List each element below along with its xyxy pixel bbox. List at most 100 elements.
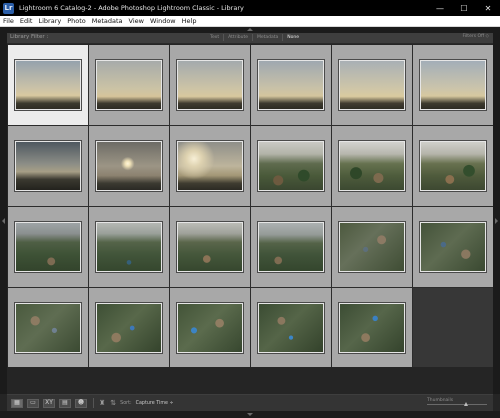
thumbnail-cell[interactable] — [8, 126, 88, 206]
library-filter-bar: Library Filter : Text Attribute Metadata… — [7, 33, 493, 44]
photo-thumbnail[interactable] — [339, 141, 405, 191]
collapse-right-icon — [495, 218, 498, 224]
thumbnail-cell[interactable] — [332, 207, 412, 287]
photo-thumbnail[interactable] — [420, 141, 486, 191]
photo-thumbnail[interactable] — [177, 141, 243, 191]
compare-view-icon: XY — [45, 399, 53, 406]
right-panel-toggle[interactable] — [493, 33, 500, 394]
filter-tab-none[interactable]: None — [283, 34, 303, 41]
photo-thumbnail[interactable] — [177, 222, 243, 272]
menu-view[interactable]: View — [126, 17, 147, 25]
filters-off-toggle[interactable]: Filters Off ◇ — [463, 34, 489, 39]
window-controls: — ☐ ✕ — [428, 0, 500, 16]
photo-thumbnail[interactable] — [177, 303, 243, 353]
loupe-view-icon: ▭ — [30, 399, 36, 406]
filmstrip-toggle[interactable] — [0, 411, 500, 418]
thumbnail-cell[interactable] — [8, 45, 88, 125]
photo-thumbnail[interactable] — [420, 222, 486, 272]
sort-direction-icon[interactable]: ⇅ — [110, 399, 116, 407]
thumbnail-cell[interactable] — [332, 126, 412, 206]
thumbnail-cell[interactable] — [89, 45, 169, 125]
photo-thumbnail[interactable] — [420, 60, 486, 110]
thumbnail-cell[interactable] — [89, 207, 169, 287]
thumbnail-cell[interactable] — [413, 126, 493, 206]
menu-file[interactable]: File — [0, 17, 17, 25]
thumbnail-size-slider[interactable] — [427, 402, 487, 406]
menu-help[interactable]: Help — [179, 17, 200, 25]
thumbnail-cell[interactable] — [251, 207, 331, 287]
thumbnail-size-control: Thumbnails — [427, 398, 487, 406]
thumbnail-cell[interactable] — [251, 288, 331, 367]
lightroom-app-icon[interactable]: Lr — [3, 2, 14, 14]
sort-dropdown[interactable]: Capture Time ÷ — [136, 401, 174, 406]
menu-edit[interactable]: Edit — [17, 17, 36, 25]
thumbnail-cell[interactable] — [413, 45, 493, 125]
thumbnail-cell[interactable] — [170, 207, 250, 287]
collapse-up-icon — [247, 28, 253, 31]
photo-thumbnail[interactable] — [339, 60, 405, 110]
thumbnail-cell[interactable] — [170, 288, 250, 367]
thumbnail-cell[interactable] — [8, 207, 88, 287]
photo-thumbnail[interactable] — [96, 303, 162, 353]
menu-window[interactable]: Window — [147, 17, 179, 25]
thumbnail-cell[interactable] — [332, 288, 412, 367]
filter-tab-attribute[interactable]: Attribute — [224, 34, 253, 41]
grid-view-button[interactable]: ▦ — [11, 398, 23, 408]
slider-knob[interactable] — [464, 402, 468, 406]
thumbnail-cell[interactable] — [8, 288, 88, 367]
window-title: Lightroom 6 Catalog-2 - Adobe Photoshop … — [19, 4, 244, 12]
survey-view-icon: ▤ — [62, 399, 68, 406]
library-filter-title: Library Filter : — [10, 34, 49, 40]
title-bar: Lr Lightroom 6 Catalog-2 - Adobe Photosh… — [0, 0, 500, 16]
thumbnail-cell[interactable] — [251, 45, 331, 125]
people-view-icon: ☻ — [77, 399, 85, 406]
photo-thumbnail[interactable] — [96, 141, 162, 191]
photo-thumbnail[interactable] — [177, 60, 243, 110]
left-panel-toggle[interactable] — [0, 33, 7, 394]
close-button[interactable]: ✕ — [476, 0, 500, 16]
toolbar-divider — [93, 398, 94, 408]
filter-tab-text[interactable]: Text — [206, 34, 225, 41]
menu-bar: File Edit Library Photo Metadata View Wi… — [0, 16, 500, 27]
minimize-button[interactable]: — — [428, 0, 452, 16]
photo-thumbnail[interactable] — [258, 60, 324, 110]
photo-thumbnail[interactable] — [258, 222, 324, 272]
collapse-down-icon — [247, 413, 253, 416]
photo-thumbnail[interactable] — [96, 60, 162, 110]
compare-view-button[interactable]: XY — [43, 398, 55, 408]
menu-library[interactable]: Library — [35, 17, 64, 25]
thumbnail-cell[interactable] — [332, 45, 412, 125]
thumbnail-cell[interactable] — [413, 207, 493, 287]
menu-photo[interactable]: Photo — [64, 17, 89, 25]
lightroom-window: Lr Lightroom 6 Catalog-2 - Adobe Photosh… — [0, 0, 500, 418]
thumbnail-cell[interactable] — [251, 126, 331, 206]
loupe-view-button[interactable]: ▭ — [27, 398, 39, 408]
survey-view-button[interactable]: ▤ — [59, 398, 71, 408]
photo-thumbnail[interactable] — [258, 303, 324, 353]
photo-thumbnail[interactable] — [96, 222, 162, 272]
library-toolbar: ▦ ▭ XY ▤ ☻ ♜ ⇅ Sort: Capture Time ÷ Thum… — [7, 394, 493, 411]
empty-grid-cell — [413, 288, 493, 367]
grid-view-icon: ▦ — [14, 399, 20, 406]
filter-tab-metadata[interactable]: Metadata — [253, 34, 284, 41]
collapse-left-icon — [2, 218, 5, 224]
photo-thumbnail[interactable] — [15, 222, 81, 272]
thumbnail-cell[interactable] — [89, 126, 169, 206]
maximize-button[interactable]: ☐ — [452, 0, 476, 16]
photo-thumbnail[interactable] — [15, 303, 81, 353]
menu-metadata[interactable]: Metadata — [89, 17, 126, 25]
photo-thumbnail[interactable] — [339, 222, 405, 272]
thumbnail-grid — [8, 45, 493, 367]
thumbnails-label: Thumbnails — [427, 398, 454, 403]
thumbnail-cell[interactable] — [170, 126, 250, 206]
photo-thumbnail[interactable] — [258, 141, 324, 191]
thumbnail-cell[interactable] — [170, 45, 250, 125]
photo-thumbnail[interactable] — [339, 303, 405, 353]
thumbnail-cell[interactable] — [89, 288, 169, 367]
spray-can-icon[interactable]: ♜ — [99, 399, 105, 407]
people-view-button[interactable]: ☻ — [75, 398, 87, 408]
photo-thumbnail[interactable] — [15, 141, 81, 191]
sort-label: Sort: — [120, 400, 132, 406]
photo-thumbnail[interactable] — [15, 60, 81, 110]
filter-tabs: Text Attribute Metadata None — [206, 34, 303, 41]
